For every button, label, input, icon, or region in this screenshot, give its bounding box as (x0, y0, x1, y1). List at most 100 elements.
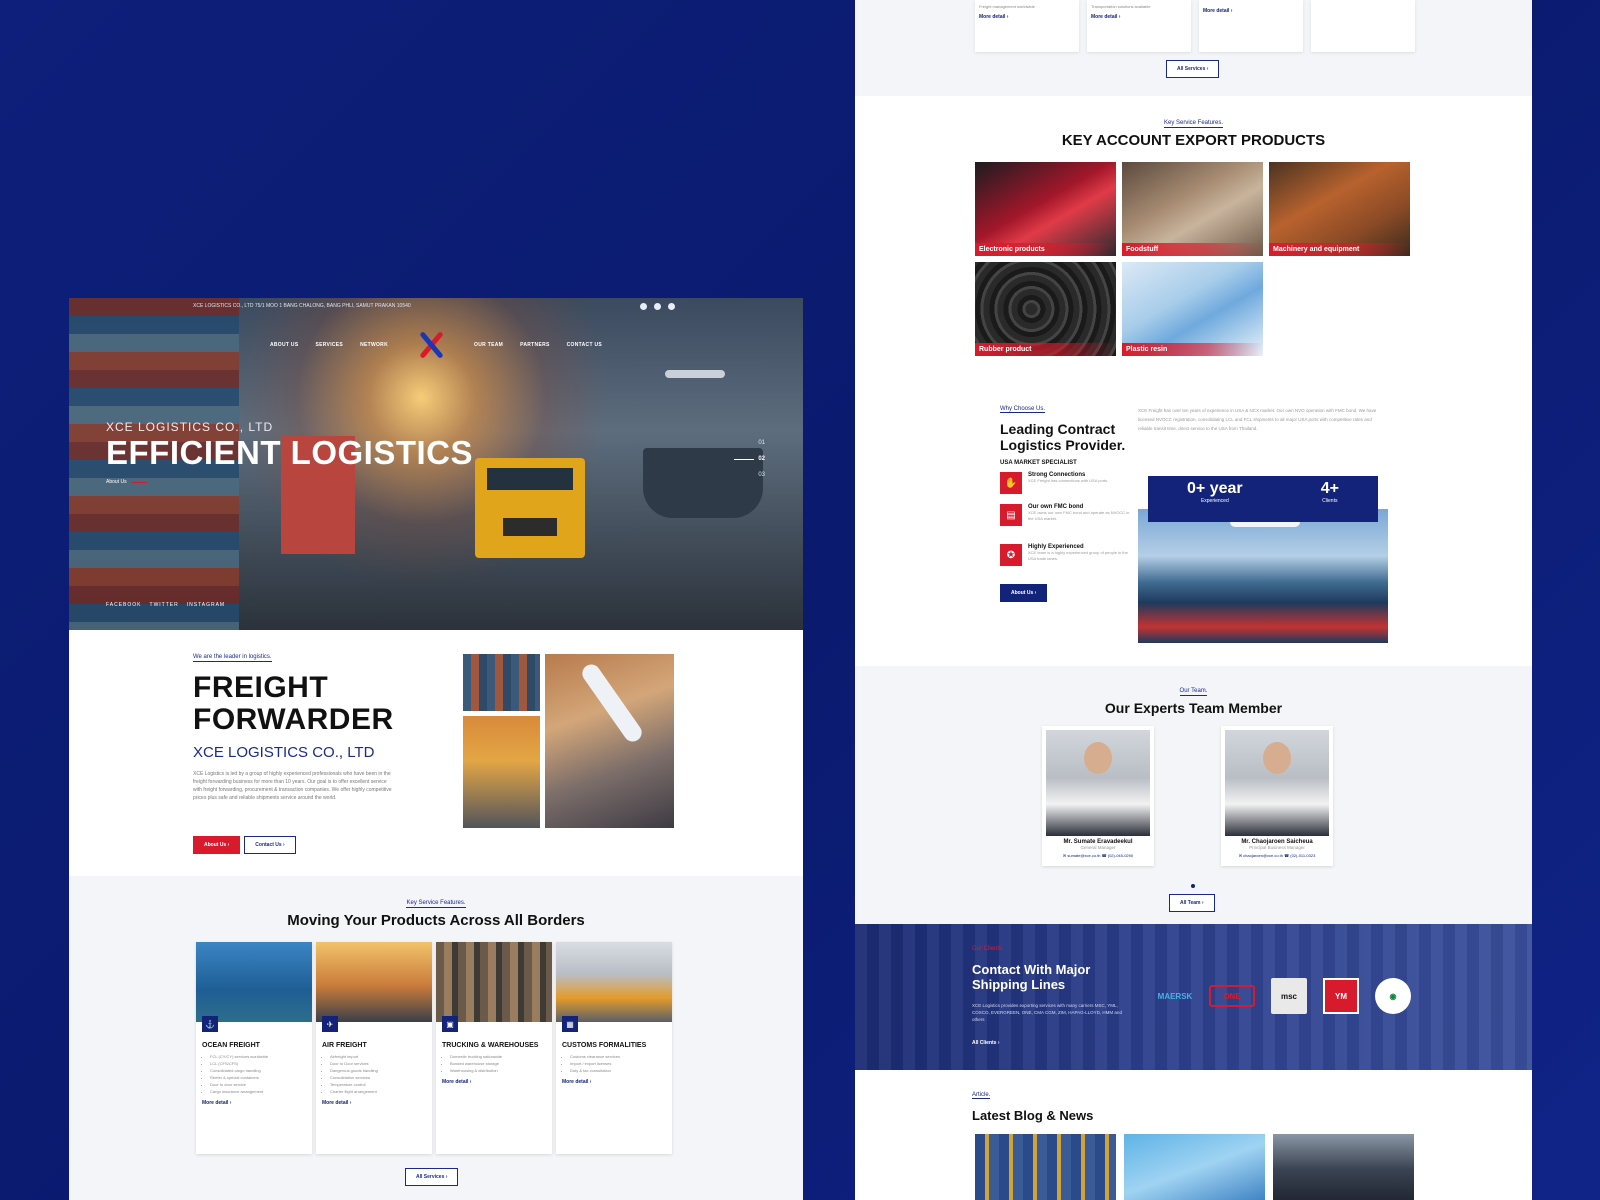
hero-about-link[interactable]: About Us (106, 479, 147, 485)
team-title: Our Experts Team Member (1104, 700, 1283, 716)
stat-label: Experienced (1200, 498, 1229, 504)
service-card-air[interactable]: ✈ AIR FREIGHT Airfreight import Door to … (316, 942, 432, 1154)
contact-us-button[interactable]: Contact Us › (244, 836, 296, 854)
product-machinery[interactable]: Machinery and equipment (1269, 162, 1410, 256)
blog-card-image[interactable] (1273, 1134, 1414, 1200)
member-phone[interactable]: (02)-045-0290 (1108, 853, 1133, 858)
why-about-button[interactable]: About Us › (1000, 584, 1048, 602)
member-role: General Manager (1080, 845, 1116, 850)
product-rubber[interactable]: Rubber product (975, 262, 1116, 356)
shipping-lines-section: Our Clients. Contact With Major Shipping… (855, 924, 1532, 1070)
service-title: OCEAN FREIGHT (202, 1042, 260, 1049)
service-title: CUSTOMS FORMALITIES (562, 1042, 647, 1049)
xce-logo[interactable] (411, 327, 451, 363)
team-section: Our Team. Our Experts Team Member Mr. Su… (855, 666, 1532, 924)
product-plastic[interactable]: Plastic resin (1122, 262, 1263, 356)
service-card-customs[interactable]: ▦ CUSTOMS FORMALITIES Customs clearance … (556, 942, 672, 1154)
blog-card-image[interactable] (1124, 1134, 1265, 1200)
more-detail-link[interactable]: More detail › (442, 1079, 546, 1085)
blog-card-image[interactable] (975, 1134, 1116, 1200)
product-label: Electronic products (975, 243, 1116, 256)
truck-icon: ▣ (442, 1016, 458, 1032)
list-item: Dangerous goods handling (330, 1067, 426, 1074)
freight-title-line1: FREIGHT (193, 671, 329, 704)
contact-desc: XCE Logistics provides exporting service… (972, 1003, 1122, 1022)
list-item: Customs clearance services (570, 1053, 666, 1060)
more-detail-link[interactable]: More detail › (202, 1100, 306, 1106)
card-text: Freight management worldwide (979, 4, 1035, 9)
homepage-right-column: Freight management worldwide More detail… (855, 0, 1532, 1200)
feature-text: Our own FMC bond XCE owns our own FMC bo… (1028, 504, 1130, 526)
why-choose-us-section: Why Choose Us. Leading Contract Logistic… (855, 394, 1532, 666)
avatar (1225, 730, 1329, 836)
containers-image (463, 654, 540, 711)
more-detail-link[interactable]: More detail › (1203, 8, 1299, 14)
more-detail-link[interactable]: More detail › (562, 1079, 666, 1085)
blog-section: Article. Latest Blog & News (855, 1070, 1532, 1200)
slide-1[interactable]: 01 (758, 440, 765, 446)
product-electronics[interactable]: Electronic products (975, 162, 1116, 256)
product-foodstuff[interactable]: Foodstuff (1122, 162, 1263, 256)
about-us-button[interactable]: About Us › (193, 836, 241, 854)
list-item: Consolidation services (330, 1074, 426, 1081)
active-line-icon (734, 458, 755, 460)
why-eyebrow: Why Choose Us. (1000, 406, 1046, 413)
service-card[interactable]: Freight management worldwide More detail… (975, 0, 1079, 52)
service-list: Airfreight import Door to Door services … (330, 1053, 426, 1095)
service-card[interactable]: Transportation solutions available More … (1087, 0, 1191, 52)
youtube-icon[interactable] (668, 303, 675, 310)
main-nav: ABOUT US SERVICES NETWORK OUR TEAM PARTN… (69, 327, 803, 363)
social-instagram[interactable]: INSTAGRAM (187, 602, 225, 608)
social-twitter[interactable]: TWITTER (150, 602, 179, 608)
hero-section: XCE LOGISTICS CO., LTD 75/1 MOO 1 BANG C… (69, 298, 803, 630)
freight-title-line2: FORWARDER (193, 703, 394, 736)
service-card[interactable]: More detail › (1199, 0, 1303, 52)
member-phone[interactable]: (02)-011-0323 (1290, 853, 1315, 858)
service-card-trucking[interactable]: ▣ TRUCKING & WAREHOUSES Domestic truckin… (436, 942, 552, 1154)
slide-2[interactable]: 02 (734, 456, 765, 462)
team-member-card[interactable]: Mr. Sumate Eravadeekul General Manager ✉… (1042, 726, 1154, 866)
hero-headline: EFFICIENT LOGISTICS (106, 434, 474, 471)
member-email[interactable]: chaojaroen@xce.co.th (1243, 853, 1283, 858)
all-clients-link[interactable]: All Clients › (972, 1040, 1000, 1046)
more-detail-link[interactable]: More detail › (322, 1100, 426, 1106)
nav-team[interactable]: OUR TEAM (474, 342, 503, 348)
list-item: Reefer & special containers (210, 1074, 306, 1081)
product-label: Rubber product (975, 343, 1116, 356)
warehouse-image (436, 942, 552, 1022)
export-title: KEY ACCOUNT EXPORT PRODUCTS (1061, 132, 1326, 149)
nav-services[interactable]: SERVICES (315, 342, 343, 348)
service-card[interactable] (1311, 0, 1415, 52)
facebook-icon[interactable] (640, 303, 647, 310)
more-detail-link[interactable]: More detail › (1091, 14, 1187, 20)
blog-cards (975, 1134, 1414, 1200)
twitter-icon[interactable] (654, 303, 661, 310)
list-item: Temperature control (330, 1081, 426, 1088)
nav-about[interactable]: ABOUT US (270, 342, 299, 348)
freight-eyebrow: We are the leader in logistics. (193, 654, 272, 662)
topbar-address: XCE LOGISTICS CO., LTD 75/1 MOO 1 BANG C… (193, 303, 411, 309)
services-grid: ⚓ OCEAN FREIGHT FCL (CY/CY) services wor… (196, 942, 672, 1154)
document-icon: ▤ (1000, 504, 1022, 526)
carousel-dot[interactable] (1191, 884, 1195, 888)
nav-network[interactable]: NETWORK (360, 342, 388, 348)
airplane-image (665, 370, 725, 378)
service-card-ocean[interactable]: ⚓ OCEAN FREIGHT FCL (CY/CY) services wor… (196, 942, 312, 1154)
service-title: AIR FREIGHT (322, 1042, 367, 1049)
yang-ming-logo: YM (1323, 978, 1359, 1014)
handshake-icon: ✋ (1000, 472, 1022, 494)
nav-contact[interactable]: CONTACT US (567, 342, 602, 348)
hero-slide-pager: 01 02 03 (734, 440, 765, 478)
team-member-card[interactable]: Mr. Chaojaroen Saicheua Principal Busine… (1221, 726, 1333, 866)
service-cards-row: Freight management worldwide More detail… (975, 0, 1415, 52)
nav-partners[interactable]: PARTNERS (520, 342, 550, 348)
social-facebook[interactable]: FACEBOOK (106, 602, 142, 608)
all-services-button[interactable]: All Services › (405, 1168, 459, 1186)
all-services-button[interactable]: All Services › (1166, 60, 1220, 78)
hero-topbar: XCE LOGISTICS CO., LTD 75/1 MOO 1 BANG C… (69, 303, 803, 313)
member-email[interactable]: sumate@xce.co.th (1067, 853, 1100, 858)
all-team-button[interactable]: All Team › (1169, 894, 1215, 912)
more-detail-link[interactable]: More detail › (979, 14, 1075, 20)
hero-social-links: FACEBOOK TWITTER INSTAGRAM (106, 602, 225, 608)
slide-3[interactable]: 03 (758, 472, 765, 478)
